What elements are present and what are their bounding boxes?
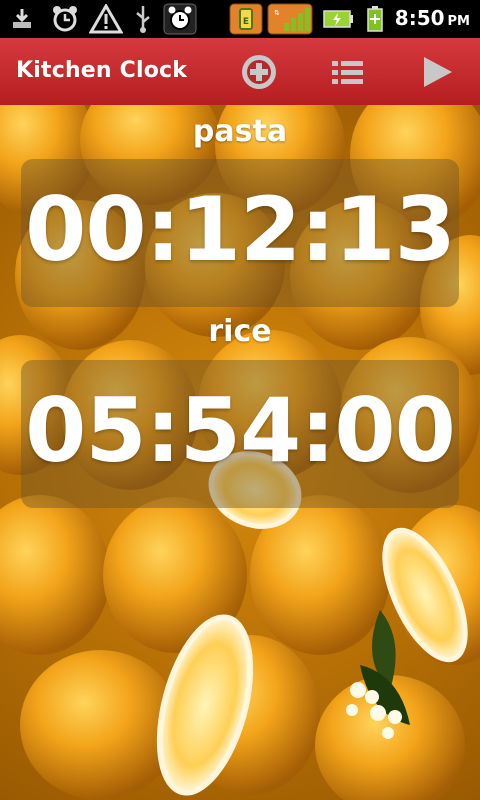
timer-list-button[interactable]: [326, 52, 370, 92]
list-icon: [332, 61, 363, 84]
timer-card[interactable]: 00:12:13: [21, 159, 459, 307]
timer-label-rice: rice: [208, 314, 272, 349]
app-notification-icon: E: [228, 3, 264, 35]
action-bar: Kitchen Clock: [0, 38, 480, 106]
add-icon: [242, 55, 276, 89]
app-title: Kitchen Clock: [16, 58, 188, 83]
timer-card[interactable]: 05:54:00: [21, 360, 459, 508]
svg-text:E: E: [243, 17, 249, 27]
play-button[interactable]: [414, 52, 458, 92]
download-icon: [8, 4, 36, 34]
signal-icon: ⇅: [266, 3, 314, 35]
timer-time-pasta: 00:12:13: [25, 178, 456, 281]
timer-time-rice: 05:54:00: [25, 379, 456, 482]
warning-icon: [88, 4, 124, 34]
alarm-clock-icon: [162, 3, 198, 35]
status-bar: E ⇅ 8:50 PM: [0, 0, 480, 38]
usb-icon: [130, 4, 156, 34]
status-time: 8:50 PM: [394, 6, 470, 30]
battery-icon: [364, 4, 386, 34]
add-timer-button[interactable]: [237, 52, 281, 92]
battery-charging-icon: [322, 4, 356, 34]
timer-label-pasta: pasta: [192, 114, 288, 149]
play-icon: [424, 57, 452, 87]
svg-text:⇅: ⇅: [274, 9, 280, 17]
alarm-icon: [48, 4, 82, 34]
